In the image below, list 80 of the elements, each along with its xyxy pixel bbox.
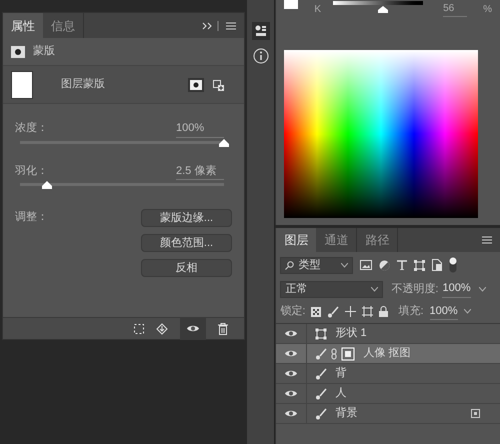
filter-toggle[interactable] (449, 257, 458, 273)
adjust-button[interactable]: 反相 (141, 259, 232, 277)
type-filter-icon[interactable] (397, 260, 408, 270)
move-icon[interactable] (345, 306, 356, 317)
channel-label: K (314, 2, 322, 16)
brush-icon (315, 388, 328, 400)
filter-dropdown[interactable]: 类型 (280, 256, 354, 274)
layer-name: 人 (335, 386, 346, 402)
trash-icon[interactable] (218, 322, 228, 334)
adjust-button[interactable]: 蒙版边缘... (141, 209, 232, 227)
layer-name: 人像 抠图 (363, 346, 410, 362)
panel-tab[interactable]: 路径 (357, 228, 398, 252)
layer-name: 形状 1 (335, 326, 367, 342)
link-icon (331, 348, 338, 360)
brush-icon (327, 306, 340, 318)
chevron-icon[interactable] (341, 262, 348, 268)
adjust-label: 调整： (15, 210, 49, 225)
mask-thumbnail (11, 70, 33, 98)
lock-pixels-icon[interactable] (311, 306, 322, 316)
panel-tab[interactable]: 通道 (316, 228, 358, 252)
layer-row[interactable]: 背 (276, 364, 500, 384)
value-field[interactable]: 56 (443, 1, 468, 17)
mask-icon (11, 46, 25, 58)
chevron-icon[interactable] (478, 286, 486, 292)
mask-name: 图层蒙版 (61, 76, 105, 92)
unit-label: % (483, 2, 492, 16)
slider-label: 羽化： (15, 164, 48, 178)
layer-row[interactable]: 背景 (276, 404, 500, 424)
artboard-icon[interactable] (362, 306, 374, 317)
brush-icon (315, 348, 328, 360)
layer-name: 背 (335, 366, 346, 382)
layer-name: 背景 (335, 406, 358, 422)
adjust-button[interactable]: 颜色范围... (141, 234, 232, 252)
mask-icon[interactable] (188, 78, 204, 92)
eye-icon[interactable] (284, 369, 298, 378)
slider-label: 浓度： (15, 120, 48, 136)
adjustment-filter-icon[interactable] (379, 260, 390, 270)
selection-icon[interactable] (134, 324, 144, 334)
opacity-label: 不透明度: (391, 282, 438, 297)
slider-thumb[interactable] (42, 181, 52, 189)
search-icon (285, 260, 294, 270)
properties-icon (254, 25, 267, 37)
eye-icon[interactable] (186, 324, 200, 333)
panel-menu-icon[interactable] (202, 20, 236, 30)
layer-row[interactable]: 人 (276, 384, 500, 404)
fill-label: 填充: (398, 304, 424, 320)
section-title: 蒙版 (33, 44, 55, 60)
eye-icon[interactable] (284, 409, 298, 418)
visibility-button[interactable] (180, 318, 206, 340)
apply-mask-icon[interactable] (156, 322, 168, 334)
shape-filter-icon[interactable] (414, 260, 426, 270)
panel-tab[interactable]: 图层 (276, 228, 316, 252)
shape-icon (315, 328, 328, 340)
eye-icon[interactable] (284, 349, 298, 358)
vector-mask-icon[interactable] (212, 78, 224, 90)
panel-dock-button[interactable] (252, 22, 270, 40)
panel-menu-icon[interactable] (482, 236, 492, 244)
chevron-icon[interactable] (464, 309, 471, 314)
brush-icon (315, 408, 328, 420)
chevron-icon[interactable] (371, 286, 378, 292)
value-field[interactable]: 2.5 像素 (176, 162, 224, 180)
lock-label: 锁定: (280, 304, 306, 320)
slider-thumb[interactable] (219, 138, 229, 146)
color-swatch[interactable] (284, 0, 298, 9)
value-field[interactable]: 100% (176, 120, 224, 138)
panel-tab[interactable]: 属性 (3, 13, 43, 38)
info-icon[interactable] (252, 48, 269, 64)
color-spectrum[interactable] (284, 50, 478, 218)
image-filter-icon[interactable] (360, 260, 372, 270)
mask-thumbnail (341, 346, 356, 360)
smart-object-filter-icon[interactable] (432, 259, 442, 271)
blend-mode-dropdown[interactable]: 正常 (280, 280, 384, 298)
brush-icon (315, 368, 328, 380)
opacity-field[interactable]: 100% (442, 280, 471, 298)
lock-icon[interactable] (379, 306, 388, 317)
fill-field[interactable]: 100% (430, 302, 458, 320)
layer-row[interactable]: 人像 抠图 (276, 344, 500, 364)
eye-icon[interactable] (284, 329, 298, 338)
eye-icon[interactable] (284, 389, 298, 398)
panel-tab[interactable]: 信息 (43, 13, 84, 38)
